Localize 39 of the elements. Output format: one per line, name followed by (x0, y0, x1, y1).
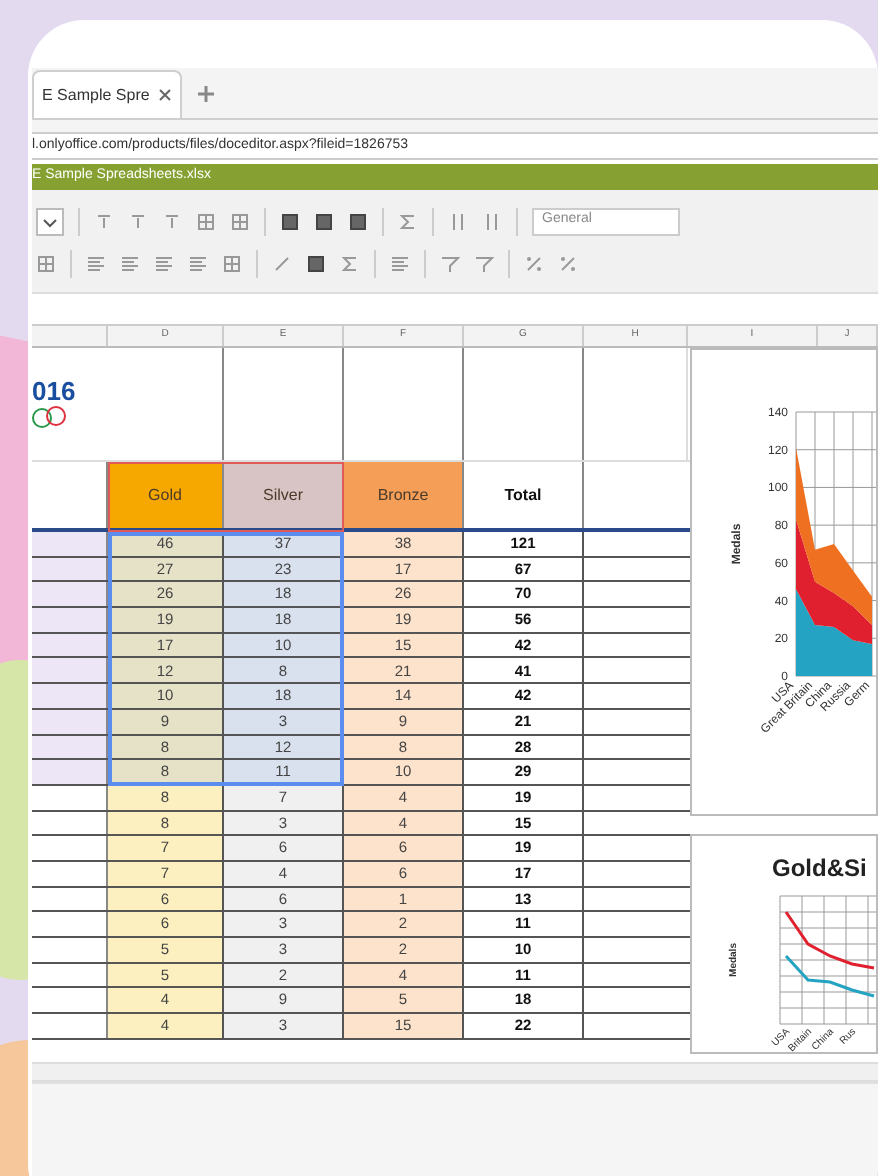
selected-cell[interactable] (32, 608, 108, 632)
align-icon[interactable] (94, 211, 114, 231)
selected-cell[interactable] (32, 658, 108, 683)
grid-icon[interactable] (230, 211, 250, 231)
logo-text: 016 (32, 377, 78, 403)
align-icon[interactable] (154, 253, 174, 273)
selected-cell[interactable] (32, 760, 108, 784)
selected-cell[interactable] (32, 582, 108, 607)
align-icon[interactable] (86, 253, 106, 273)
align-icon[interactable] (188, 253, 208, 273)
selected-cell[interactable] (32, 684, 108, 708)
column-heading: Bronze (344, 462, 464, 528)
selected-cell[interactable] (32, 557, 108, 581)
grid-icon[interactable] (222, 253, 242, 273)
align-icon[interactable] (390, 253, 410, 273)
percent-icon[interactable] (558, 253, 578, 273)
plus-icon[interactable] (197, 86, 214, 102)
column-heading: Gold (108, 462, 224, 528)
chart-grid (779, 895, 876, 1025)
chart-title: Gold&Si (772, 854, 867, 882)
align-icon[interactable] (162, 211, 182, 231)
align-icon[interactable] (128, 211, 148, 231)
align-icon[interactable] (120, 253, 140, 273)
percent-icon[interactable] (524, 253, 544, 273)
selected-cell[interactable] (32, 709, 108, 733)
selected-cell[interactable] (32, 532, 108, 556)
grid-icon[interactable] (36, 253, 56, 273)
selected-cell[interactable] (32, 735, 108, 759)
selected-cell[interactable] (32, 633, 108, 657)
sigma-icon[interactable] (340, 253, 360, 273)
grid-icon[interactable] (196, 211, 216, 231)
image-icon[interactable] (306, 253, 326, 273)
close-icon[interactable] (157, 88, 172, 102)
sigma-icon[interactable] (398, 211, 418, 231)
link-icon[interactable] (272, 253, 292, 273)
tab-title: E Sample Spre (42, 83, 150, 107)
scroll-bar[interactable] (32, 1062, 878, 1082)
browser-tab[interactable]: E Sample Spre (32, 70, 182, 118)
column-heading: Silver (224, 462, 344, 528)
